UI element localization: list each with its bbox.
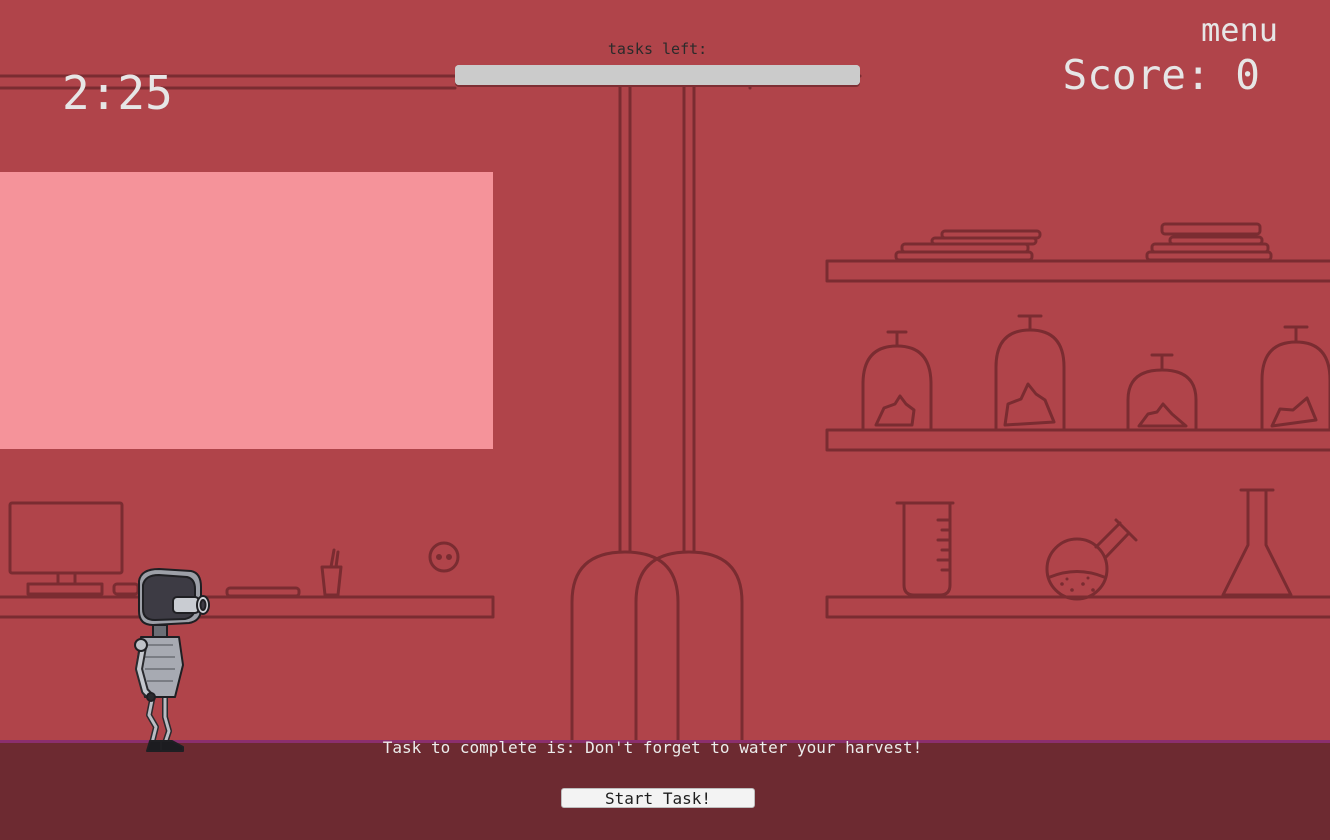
books-left-icon	[894, 229, 1042, 262]
tablet-icon	[225, 586, 301, 598]
menu-button[interactable]: menu	[1201, 10, 1278, 50]
wall-socket-icon	[428, 541, 460, 573]
conical-flask-icon	[1221, 488, 1293, 597]
bell-jar-2-icon	[994, 314, 1066, 430]
round-flask-icon	[1045, 518, 1138, 601]
tasks-left-progress-bar	[455, 65, 860, 85]
countdown-timer: 2:25	[62, 66, 173, 120]
game-stage: 2:25 tasks left: menu Score: 0 Task to c…	[0, 0, 1330, 840]
books-right-icon	[1145, 222, 1273, 262]
start-task-button[interactable]: Start Task!	[561, 788, 755, 808]
flask-bubbles	[1060, 576, 1095, 592]
score-display: Score: 0	[1062, 51, 1260, 99]
desk-shelf	[0, 595, 495, 619]
computer-monitor-icon	[8, 501, 140, 596]
shelf-middle	[825, 428, 1330, 452]
ceiling-pipes	[570, 85, 744, 742]
tasks-left-label: tasks left:	[607, 40, 708, 58]
robot-player-icon	[134, 568, 210, 752]
tasks-left-progress-fill	[455, 65, 860, 85]
measuring-beaker-icon	[895, 501, 955, 597]
bell-jar-3-icon	[1126, 353, 1198, 430]
lab-window	[0, 172, 493, 449]
bell-jar-1-icon	[861, 330, 933, 430]
pen-cup-icon	[320, 548, 343, 597]
shelf-top	[825, 259, 1330, 283]
task-description: Task to complete is: Don't forget to wat…	[382, 738, 923, 757]
bell-jar-4-icon	[1260, 325, 1330, 430]
